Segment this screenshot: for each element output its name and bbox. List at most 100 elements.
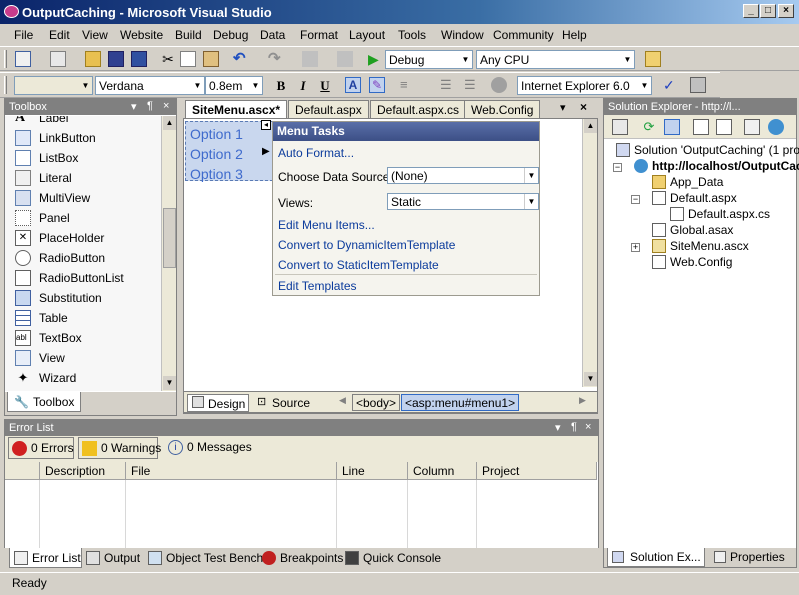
bulleted-list-icon[interactable]: ☰ (464, 77, 480, 93)
menu-layout[interactable]: Layout (349, 28, 385, 42)
copy-website-icon[interactable] (744, 119, 760, 135)
column-description[interactable]: Description (40, 462, 126, 480)
scroll-down-icon[interactable]: ▼ (584, 372, 597, 386)
maximize-button[interactable]: □ (760, 4, 776, 18)
smart-tag-glyph-icon[interactable]: ◂ (261, 120, 271, 130)
menu-data[interactable]: Data (260, 28, 285, 42)
find-in-files-icon[interactable] (645, 51, 661, 67)
open-folder-icon[interactable] (85, 51, 101, 67)
close-icon[interactable]: × (163, 100, 169, 112)
toolbox-item[interactable]: A Label (11, 116, 161, 128)
toolbox-item[interactable]: MultiView (11, 188, 161, 208)
scroll-down-icon[interactable]: ▼ (163, 376, 176, 390)
edit-templates-link[interactable]: Edit Templates (278, 279, 357, 293)
menu-file[interactable]: File (14, 28, 33, 42)
toolbox-item[interactable]: Panel (11, 208, 161, 228)
toolbox-item[interactable]: Substitution (11, 288, 161, 308)
save-all-icon[interactable] (131, 51, 147, 67)
column-column[interactable]: Column (408, 462, 477, 480)
new-project-icon[interactable] (15, 51, 31, 67)
menu-debug[interactable]: Debug (213, 28, 248, 42)
expand-sitemenu-icon[interactable]: + (631, 243, 640, 252)
add-item-icon[interactable] (50, 51, 66, 67)
close-button[interactable]: × (778, 4, 794, 18)
globe-icon[interactable] (491, 77, 507, 93)
scroll-thumb[interactable] (163, 208, 176, 268)
target-schema-combo[interactable]: Internet Explorer 6.0 ▼ (517, 76, 652, 95)
menu-edit[interactable]: Edit (49, 28, 70, 42)
toolbox-item[interactable]: View (11, 348, 161, 368)
menu-help[interactable]: Help (562, 28, 587, 42)
pin-icon[interactable]: ¶ (147, 100, 153, 112)
breadcrumb-body[interactable]: <body> (352, 394, 401, 411)
pin-icon[interactable]: ¶ (571, 421, 577, 433)
source-tab[interactable]: ⊡ Source (254, 394, 316, 412)
toolbox-item[interactable]: ListBox (11, 148, 161, 168)
block-format-combo[interactable]: ▼ (14, 76, 93, 95)
collapse-project-icon[interactable]: − (613, 163, 622, 172)
toolbox-item[interactable]: LinkButton (11, 128, 161, 148)
toolbox-item[interactable]: abl TextBox (11, 328, 161, 348)
refresh-icon[interactable]: ⟳ (641, 119, 657, 135)
toolbox-item[interactable]: Literal (11, 168, 161, 188)
font-name-combo[interactable]: Verdana ▼ (95, 76, 205, 95)
collapse-default-aspx-icon[interactable]: − (631, 195, 640, 204)
menu-tools[interactable]: Tools (398, 28, 426, 42)
underline-button[interactable]: U (315, 76, 335, 96)
tab-sitemenu-ascx[interactable]: SiteMenu.ascx* (185, 100, 288, 118)
menu-website[interactable]: Website (120, 28, 163, 42)
menu-control[interactable]: Option 1 Option 2 Option 3 ▶ (185, 121, 273, 182)
tab-properties[interactable]: Properties (710, 548, 796, 567)
scroll-up-icon[interactable]: ▲ (584, 119, 597, 133)
toolbox-item[interactable]: ✕ PlaceHolder (11, 228, 161, 248)
menu-option-1[interactable]: Option 1 (190, 126, 243, 142)
menu-window[interactable]: Window (441, 28, 484, 42)
tab-web-config[interactable]: Web.Config (464, 100, 541, 118)
menu-option-3[interactable]: Option 3 (190, 166, 243, 182)
foreground-color-icon[interactable]: A (345, 77, 361, 93)
design-tab[interactable]: Design (187, 394, 249, 412)
auto-format-link[interactable]: Auto Format... (278, 146, 354, 160)
nest-files-icon[interactable] (664, 119, 680, 135)
redo-icon[interactable]: ↷ (268, 51, 284, 67)
bold-button[interactable]: B (271, 76, 291, 96)
toolbar-grip[interactable] (4, 76, 7, 94)
warnings-filter-button[interactable]: 0 Warnings (78, 437, 161, 459)
active-files-icon[interactable]: ▾ (560, 101, 566, 114)
italic-button[interactable]: I (293, 76, 313, 96)
scroll-up-icon[interactable]: ▲ (163, 116, 176, 130)
numbered-list-icon[interactable]: ☰ (440, 77, 456, 93)
close-document-icon[interactable]: × (580, 100, 587, 114)
properties-icon[interactable] (612, 119, 628, 135)
asp-net-config-icon[interactable] (768, 119, 784, 135)
view-designer-icon[interactable] (716, 119, 732, 135)
start-debug-icon[interactable]: ▶ (368, 51, 384, 67)
toolbox-item[interactable]: ✦ Wizard (11, 368, 161, 388)
column-file[interactable]: File (126, 462, 337, 480)
dropdown-icon[interactable]: ▾ (555, 421, 561, 434)
convert-static-template-link[interactable]: Convert to StaticItemTemplate (278, 258, 439, 272)
design-surface[interactable]: Option 1 Option 2 Option 3 ▶ ◂ Menu Task… (183, 118, 598, 414)
data-source-select[interactable]: (None) ▼ (387, 167, 539, 184)
errors-filter-button[interactable]: 0 Errors (8, 437, 74, 459)
save-icon[interactable] (108, 51, 124, 67)
column-line[interactable]: Line (337, 462, 408, 480)
edit-menu-items-link[interactable]: Edit Menu Items... (278, 218, 375, 232)
paste-icon[interactable] (203, 51, 219, 67)
toolbox-scrollbar[interactable]: ▲ ▼ (161, 116, 176, 391)
menu-format[interactable]: Format (300, 28, 338, 42)
undo-icon[interactable]: ↶ (233, 51, 249, 67)
build-page-icon[interactable] (690, 77, 706, 93)
navigate-forward-icon[interactable] (337, 51, 353, 67)
view-code-icon[interactable] (693, 119, 709, 135)
check-accessibility-icon[interactable]: ✓ (663, 77, 679, 93)
scroll-left-icon[interactable]: ◀ (339, 395, 346, 406)
tab-solution-explorer[interactable]: Solution Ex... (607, 548, 705, 567)
justify-icon[interactable]: ≡ (400, 77, 416, 93)
menu-community[interactable]: Community (493, 28, 554, 42)
toolbox-item[interactable]: RadioButton (11, 248, 161, 268)
navigate-backward-icon[interactable] (302, 51, 318, 67)
column-project[interactable]: Project (477, 462, 597, 480)
tab-default-aspx-cs[interactable]: Default.aspx.cs (370, 100, 467, 118)
toolbox-tab[interactable]: 🔧 Toolbox (7, 392, 81, 412)
